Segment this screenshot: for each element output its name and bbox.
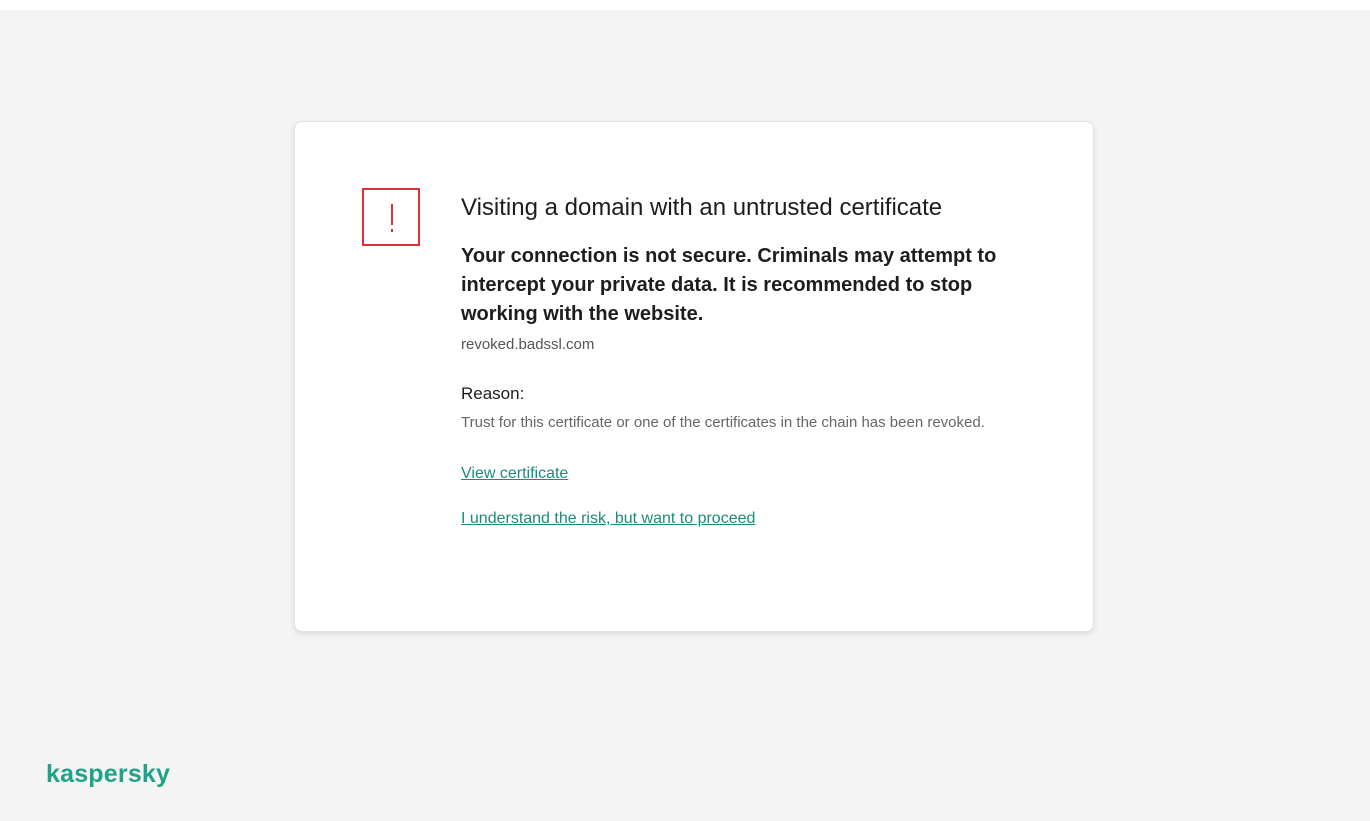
- top-strip: [0, 0, 1370, 10]
- warning-message: Your connection is not secure. Criminals…: [461, 245, 997, 325]
- exclamation-dot: [391, 229, 393, 232]
- warning-content: Visiting a domain with an untrusted cert…: [461, 190, 1031, 529]
- warning-card: Visiting a domain with an untrusted cert…: [294, 121, 1094, 632]
- domain-name: revoked.badssl.com: [461, 336, 595, 353]
- proceed-anyway-link[interactable]: I understand the risk, but want to proce…: [461, 509, 755, 529]
- view-certificate-link[interactable]: View certificate: [461, 464, 568, 484]
- exclamation-warning-icon: [362, 188, 420, 246]
- page-title: Visiting a domain with an untrusted cert…: [461, 194, 943, 221]
- reason-heading: Reason:: [461, 384, 525, 403]
- exclamation-bar: [391, 204, 393, 225]
- reason-text: Trust for this certificate or one of the…: [461, 414, 985, 431]
- kaspersky-logo: kaspersky: [46, 760, 171, 788]
